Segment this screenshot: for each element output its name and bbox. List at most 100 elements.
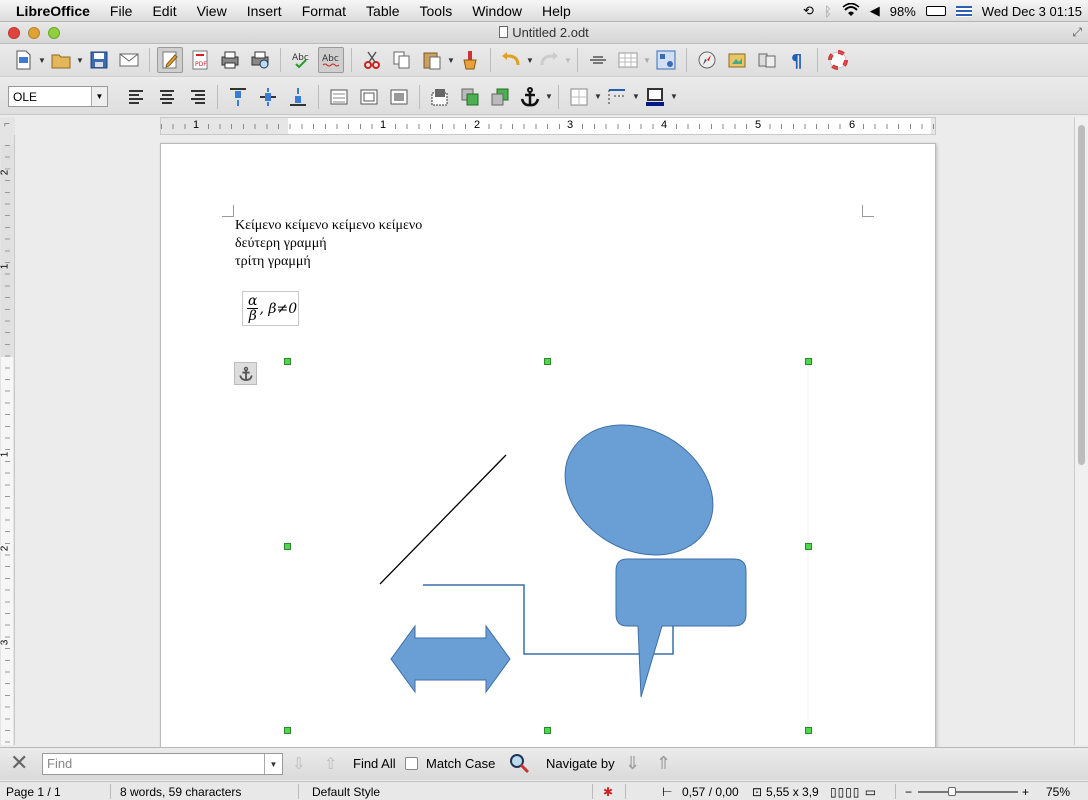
document-modified-icon[interactable]: ✱ — [603, 785, 613, 799]
page-style[interactable]: Default Style — [312, 785, 380, 799]
bring-to-front-icon[interactable] — [457, 84, 483, 110]
match-case-label[interactable]: Match Case — [426, 756, 495, 771]
menu-file[interactable]: File — [100, 0, 143, 22]
vertical-ruler[interactable]: 2 1 1 2 3 — [0, 135, 15, 745]
borders-icon[interactable] — [566, 84, 592, 110]
frame-border-top-icon[interactable] — [326, 84, 352, 110]
find-dropdown-icon[interactable]: ▼ — [264, 754, 282, 774]
menu-tools[interactable]: Tools — [410, 0, 463, 22]
ole-drawing-object[interactable] — [287, 362, 809, 732]
save-button[interactable] — [86, 47, 112, 73]
selection-handle[interactable] — [284, 358, 291, 365]
clock[interactable]: Wed Dec 3 01:15 — [982, 4, 1082, 19]
zoom-in-icon[interactable]: + — [1022, 785, 1029, 799]
print-button[interactable] — [217, 47, 243, 73]
find-input[interactable]: Find ▼ — [42, 753, 283, 775]
border-style-dropdown-icon[interactable]: ▼ — [632, 87, 640, 107]
view-layout-icons[interactable]: ▯▯▯▯ ▭ — [830, 785, 877, 799]
clone-formatting-icon[interactable] — [457, 47, 483, 73]
email-button[interactable] — [116, 47, 142, 73]
double-arrow-shape[interactable] — [390, 624, 511, 694]
data-sources-icon[interactable] — [754, 47, 780, 73]
anchor-marker-icon[interactable] — [234, 362, 257, 385]
copy-icon[interactable] — [389, 47, 415, 73]
fullscreen-icon[interactable]: ⤢ — [1072, 25, 1082, 40]
autospellcheck-button[interactable]: Abc — [318, 47, 344, 73]
undo-dropdown-icon[interactable]: ▼ — [526, 50, 534, 70]
gallery-icon[interactable] — [724, 47, 750, 73]
redo-dropdown-icon[interactable]: ▼ — [564, 50, 572, 70]
menu-format[interactable]: Format — [292, 0, 356, 22]
ellipse-shape[interactable] — [541, 399, 736, 581]
selection-handle[interactable] — [805, 727, 812, 734]
menu-help[interactable]: Help — [532, 0, 581, 22]
edit-mode-button[interactable] — [157, 47, 183, 73]
redo-icon[interactable] — [536, 47, 562, 73]
word-count[interactable]: 8 words, 59 characters — [120, 785, 241, 799]
speech-callout-shape[interactable] — [615, 558, 747, 698]
table-icon[interactable] — [615, 47, 641, 73]
selection-handle[interactable] — [544, 358, 551, 365]
border-style-icon[interactable] — [604, 84, 630, 110]
frame-border-fill-icon[interactable] — [386, 84, 412, 110]
anchor-icon[interactable] — [517, 84, 543, 110]
border-color-icon[interactable] — [642, 84, 668, 110]
new-document-button[interactable] — [10, 47, 36, 73]
battery-text[interactable]: 98% — [890, 4, 916, 19]
undo-icon[interactable] — [498, 47, 524, 73]
find-previous-icon[interactable]: ⇧ — [324, 754, 337, 774]
wrap-off-icon[interactable] — [124, 84, 150, 110]
zoom-level[interactable]: 75% — [1046, 785, 1070, 799]
zoom-out-icon[interactable]: − — [905, 785, 912, 799]
anchor-dropdown-icon[interactable]: ▼ — [545, 87, 553, 107]
export-pdf-button[interactable]: PDF — [187, 47, 213, 73]
horizontal-ruler[interactable]: 1 1 2 3 4 5 6 — [160, 117, 936, 135]
table-dropdown-icon[interactable]: ▼ — [643, 50, 651, 70]
zoom-slider[interactable] — [918, 787, 1018, 796]
selection-handle[interactable] — [544, 727, 551, 734]
align-center-icon[interactable] — [255, 84, 281, 110]
find-replace-icon[interactable] — [508, 752, 530, 777]
navigate-down-icon[interactable]: ⇓ — [625, 753, 640, 774]
cut-icon[interactable] — [359, 47, 385, 73]
find-next-icon[interactable]: ⇩ — [292, 754, 305, 774]
selection-handle[interactable] — [805, 358, 812, 365]
menu-insert[interactable]: Insert — [237, 0, 292, 22]
time-machine-icon[interactable]: ⟲ — [803, 3, 814, 19]
frame-style-combo[interactable]: OLE ▼ — [8, 86, 108, 107]
formatting-marks-icon[interactable]: ¶ — [784, 47, 810, 73]
open-folder-button[interactable] — [48, 47, 74, 73]
align-bottom-icon[interactable] — [285, 84, 311, 110]
close-findbar-icon[interactable]: ✕ — [10, 752, 28, 774]
find-all-button[interactable]: Find All — [353, 756, 396, 771]
page-wrap-icon[interactable] — [154, 84, 180, 110]
selection-handle[interactable] — [284, 727, 291, 734]
borders-dropdown-icon[interactable]: ▼ — [594, 87, 602, 107]
menu-table[interactable]: Table — [356, 0, 409, 22]
formula-object[interactable]: α β , β≠0 — [242, 291, 299, 326]
zoom-slider-thumb[interactable] — [948, 787, 956, 796]
send-to-back-icon[interactable] — [487, 84, 513, 110]
new-dropdown-icon[interactable]: ▼ — [38, 50, 46, 70]
vertical-scrollbar[interactable] — [1074, 117, 1088, 745]
document-text-line[interactable]: τρίτη γραμμή — [235, 254, 311, 270]
scrollbar-thumb[interactable] — [1078, 125, 1085, 465]
open-dropdown-icon[interactable]: ▼ — [76, 50, 84, 70]
paste-dropdown-icon[interactable]: ▼ — [447, 50, 455, 70]
wrap-through-icon[interactable] — [427, 84, 453, 110]
menu-view[interactable]: View — [187, 0, 237, 22]
navigate-up-icon[interactable]: ⇑ — [656, 753, 671, 774]
combo-arrow-icon[interactable]: ▼ — [91, 87, 107, 106]
document-text-line[interactable]: Κείμενο κείμενο κείμενο κείμενο — [235, 218, 422, 234]
show-draw-functions-icon[interactable] — [653, 47, 679, 73]
frame-border-mid-icon[interactable] — [356, 84, 382, 110]
spelling-button[interactable]: Abc — [288, 47, 314, 73]
navigator-icon[interactable] — [694, 47, 720, 73]
optimal-wrap-icon[interactable] — [184, 84, 210, 110]
selection-handle[interactable] — [805, 543, 812, 550]
match-case-checkbox[interactable] — [405, 757, 418, 770]
diagonal-line[interactable] — [379, 454, 507, 585]
volume-icon[interactable]: ◀ — [870, 3, 880, 19]
menu-window[interactable]: Window — [462, 0, 532, 22]
selection-handle[interactable] — [284, 543, 291, 550]
